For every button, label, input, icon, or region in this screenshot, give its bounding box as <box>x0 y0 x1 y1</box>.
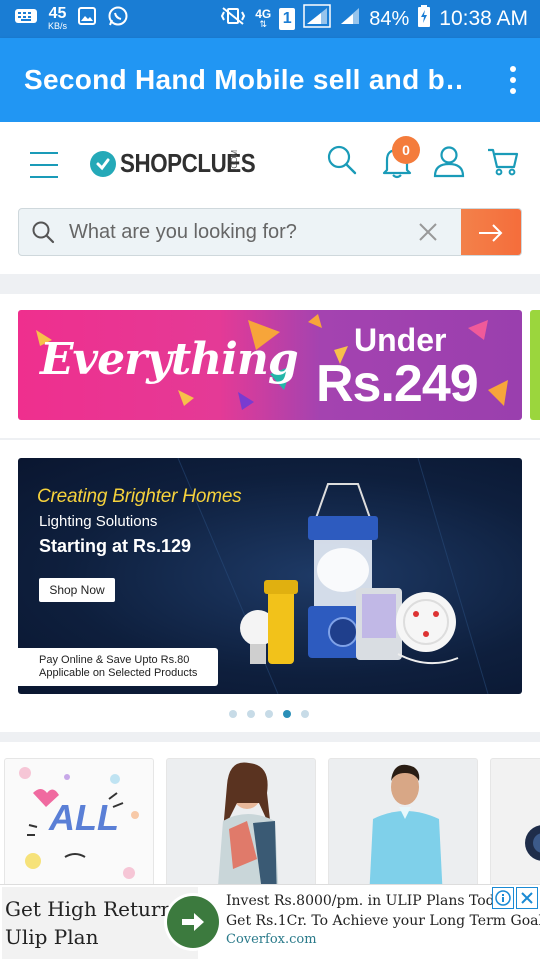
ad-left-line-1: Get High Return <box>5 897 174 921</box>
net-speed-value: 45 <box>48 5 67 22</box>
woman-model-image <box>217 762 279 897</box>
lighting-subtitle: Lighting Solutions <box>39 513 158 530</box>
carousel-dot[interactable] <box>283 710 291 718</box>
hamburger-menu-icon[interactable] <box>30 152 58 178</box>
search-bar <box>18 208 522 256</box>
shopclues-logo[interactable]: SHOPCLUES .COM <box>90 148 277 179</box>
ad-info-icon[interactable] <box>492 887 514 909</box>
signal-icon-2 <box>339 6 361 32</box>
promo-carousel-section: Creating Brighter Homes Lighting Solutio… <box>0 440 540 732</box>
sale-banner-section: Everything Under Rs.249 <box>0 294 540 438</box>
man-model-image <box>369 764 443 897</box>
shop-now-button[interactable]: Shop Now <box>39 578 115 602</box>
lighting-price: Starting at Rs.129 <box>39 536 192 556</box>
category-card-women[interactable] <box>166 758 316 898</box>
ad-left-line-2: Ulip Plan <box>5 925 99 949</box>
lte-label: 4G <box>255 7 272 21</box>
category-card-label: ALL <box>49 797 119 838</box>
clear-icon[interactable] <box>417 221 439 243</box>
carousel-dot[interactable] <box>229 710 237 718</box>
gallery-icon <box>77 6 97 32</box>
check-circle-icon <box>90 150 116 177</box>
offer-line-1: Pay Online & Save Upto Rs.80 <box>39 654 190 666</box>
lighting-banner[interactable]: Creating Brighter Homes Lighting Solutio… <box>18 458 522 694</box>
product-image <box>525 825 540 861</box>
vibrate-mute-icon <box>219 6 247 32</box>
lighting-headline: Creating Brighter Homes <box>37 486 242 507</box>
search-input[interactable] <box>69 220 409 244</box>
arrow-right-icon <box>479 224 503 242</box>
battery-percent: 84% <box>369 7 410 30</box>
ad-right-line-2: Get Rs.1Cr. To Achieve your Long Term Go… <box>226 913 540 929</box>
carousel-dots <box>229 710 309 718</box>
offer-box: Pay Online & Save Upto Rs.80 Applicable … <box>18 648 218 686</box>
notification-badge: 0 <box>392 136 420 164</box>
offer-line-2: Applicable on Selected Products <box>39 667 198 679</box>
ad-banner[interactable]: Get High Return Ulip Plan Invest Rs.8000… <box>0 884 540 960</box>
net-speed-unit: KB/s <box>48 21 68 31</box>
signal-icon <box>303 4 331 34</box>
ad-go-button[interactable] <box>164 893 222 951</box>
whatsapp-icon <box>107 5 129 33</box>
more-vert-icon[interactable] <box>508 66 518 94</box>
user-account-icon[interactable] <box>432 144 466 178</box>
sale-banner-left-text: Everything <box>40 334 299 385</box>
category-card-next[interactable] <box>490 758 540 898</box>
store-header: SHOPCLUES .COM 0 <box>0 122 540 274</box>
logo-suffix: .COM <box>230 150 239 171</box>
category-card-all[interactable]: ALL <box>4 758 154 898</box>
search-submit-button[interactable] <box>461 209 521 255</box>
app-bar: Second Hand Mobile sell and b… <box>0 38 540 122</box>
carousel-dot[interactable] <box>247 710 255 718</box>
keyboard-icon <box>14 7 38 31</box>
arrow-right-icon <box>182 913 204 931</box>
category-card-men[interactable] <box>328 758 478 898</box>
next-banner-peek[interactable] <box>530 310 540 420</box>
data-arrows-icon: ⇅ <box>259 19 267 29</box>
sale-banner-price: Rs.249 <box>316 355 479 413</box>
sim-badge: 1 <box>279 8 296 30</box>
network-speed: 45 KB/s <box>48 5 68 32</box>
sale-banner[interactable]: Everything Under Rs.249 <box>18 310 522 420</box>
lte-indicator: 4G ⇅ <box>255 7 272 29</box>
battery-charging-icon <box>417 4 431 34</box>
cart-icon[interactable] <box>486 144 520 178</box>
carousel-dot[interactable] <box>301 710 309 718</box>
search-field-icon <box>31 220 55 244</box>
app-title: Second Hand Mobile sell and b… <box>24 64 464 95</box>
clock: 10:38 AM <box>439 7 528 30</box>
ad-controls <box>492 887 538 909</box>
ad-close-icon[interactable] <box>516 887 538 909</box>
ad-domain: Coverfox.com <box>226 932 317 947</box>
status-bar: 45 KB/s 4G ⇅ 1 84% 10:38 AM <box>0 0 540 38</box>
carousel-dot[interactable] <box>265 710 273 718</box>
search-icon[interactable] <box>326 144 360 178</box>
